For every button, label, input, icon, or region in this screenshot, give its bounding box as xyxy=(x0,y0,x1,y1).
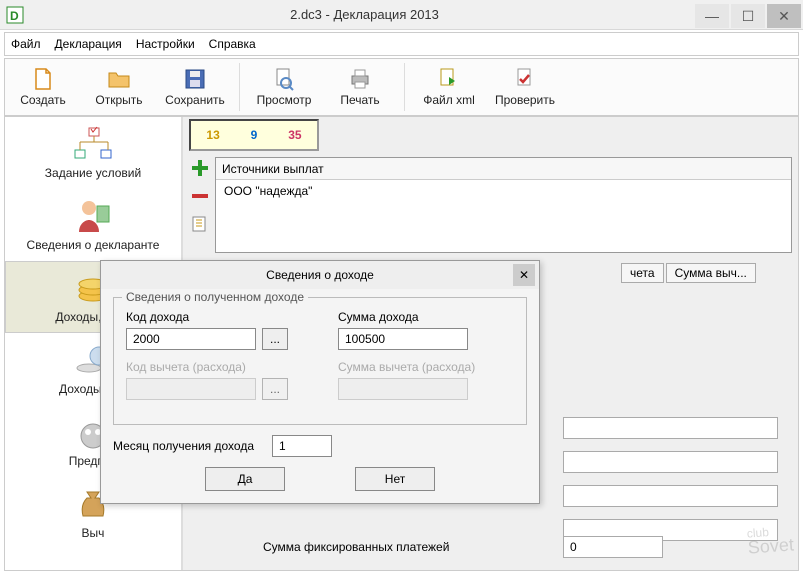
fieldset-legend: Сведения о полученном доходе xyxy=(122,290,308,304)
sources-list[interactable]: Источники выплат ООО "надежда" xyxy=(215,157,792,253)
rate-13[interactable]: 13 xyxy=(206,128,219,142)
deduction-code-input xyxy=(126,378,256,400)
dialog-yes-button[interactable]: Да xyxy=(205,467,285,491)
menu-settings[interactable]: Настройки xyxy=(136,37,195,51)
source-tools xyxy=(189,157,211,241)
sources-header: Источники выплат xyxy=(222,162,324,176)
menu-file[interactable]: Файл xyxy=(11,37,41,51)
tab-deduction-sum[interactable]: Сумма выч... xyxy=(666,263,756,283)
dialog-titlebar[interactable]: Сведения о доходе ✕ xyxy=(101,261,539,289)
minimize-button[interactable]: — xyxy=(695,4,729,28)
deduction-code-lookup-button: ... xyxy=(262,378,288,400)
toolbar-check[interactable]: Проверить xyxy=(487,60,563,114)
deduction-sum-input xyxy=(338,378,468,400)
print-icon xyxy=(348,67,372,91)
detail-field-2[interactable] xyxy=(563,451,778,473)
folder-open-icon xyxy=(107,67,131,91)
save-icon xyxy=(183,67,207,91)
tabs: чета Сумма выч... xyxy=(621,263,788,283)
toolbar-create[interactable]: Создать xyxy=(5,60,81,114)
fixed-payments-input[interactable] xyxy=(563,536,663,558)
svg-text:D: D xyxy=(10,9,19,23)
income-code-lookup-button[interactable]: ... xyxy=(262,328,288,350)
deduction-sum-label: Сумма вычета (расхода) xyxy=(338,360,475,374)
toolbar-separator xyxy=(404,63,405,111)
dialog-no-button[interactable]: Нет xyxy=(355,467,435,491)
fixed-payments-label: Сумма фиксированных платежей xyxy=(263,540,449,554)
toolbar-view[interactable]: Просмотр xyxy=(246,60,322,114)
rate-35[interactable]: 35 xyxy=(288,128,301,142)
tab-account[interactable]: чета xyxy=(621,263,664,283)
detail-field-3[interactable] xyxy=(563,485,778,507)
income-code-input[interactable] xyxy=(126,328,256,350)
income-code-label: Код дохода xyxy=(126,310,288,324)
preview-icon xyxy=(272,67,296,91)
conditions-icon xyxy=(73,126,113,162)
new-file-icon xyxy=(31,67,55,91)
window-titlebar: D 2.dc3 - Декларация 2013 — ☐ ✕ xyxy=(0,0,803,30)
detail-field-1[interactable] xyxy=(563,417,778,439)
app-icon: D xyxy=(6,6,24,24)
toolbar-save[interactable]: Сохранить xyxy=(157,60,233,114)
toolbar-print[interactable]: Печать xyxy=(322,60,398,114)
close-button[interactable]: ✕ xyxy=(767,4,801,28)
rate-panel: 13 9 35 xyxy=(189,119,319,151)
menu-declaration[interactable]: Декларация xyxy=(55,37,122,51)
dialog-title: Сведения о доходе xyxy=(266,268,374,282)
income-month-label: Месяц получения дохода xyxy=(113,439,254,453)
source-row[interactable]: ООО "надежда" xyxy=(216,180,791,202)
person-icon xyxy=(73,198,113,234)
remove-source-button[interactable] xyxy=(189,185,211,207)
deduction-code-label: Код вычета (расхода) xyxy=(126,360,288,374)
dialog-close-button[interactable]: ✕ xyxy=(513,264,535,286)
income-sum-label: Сумма дохода xyxy=(338,310,468,324)
toolbar: Создать Открыть Сохранить Просмотр Печат… xyxy=(4,58,799,116)
toolbar-xml[interactable]: Файл xml xyxy=(411,60,487,114)
edit-source-button[interactable] xyxy=(189,213,211,235)
check-icon xyxy=(513,67,537,91)
xml-export-icon xyxy=(437,67,461,91)
income-sum-input[interactable] xyxy=(338,328,468,350)
income-fieldset: Сведения о полученном доходе Код дохода … xyxy=(113,297,527,425)
maximize-button[interactable]: ☐ xyxy=(731,4,765,28)
toolbar-open[interactable]: Открыть xyxy=(81,60,157,114)
add-source-button[interactable] xyxy=(189,157,211,179)
window-title: 2.dc3 - Декларация 2013 xyxy=(34,7,695,22)
income-dialog: Сведения о доходе ✕ Сведения о полученно… xyxy=(100,260,540,504)
sidebar-item-declarant[interactable]: Сведения о декларанте xyxy=(5,189,181,261)
income-month-input[interactable] xyxy=(272,435,332,457)
sidebar-item-conditions[interactable]: Задание условий xyxy=(5,117,181,189)
menu-help[interactable]: Справка xyxy=(209,37,256,51)
rate-9[interactable]: 9 xyxy=(251,128,258,142)
toolbar-separator xyxy=(239,63,240,111)
menu-bar: Файл Декларация Настройки Справка xyxy=(4,32,799,56)
close-icon: ✕ xyxy=(519,268,529,282)
